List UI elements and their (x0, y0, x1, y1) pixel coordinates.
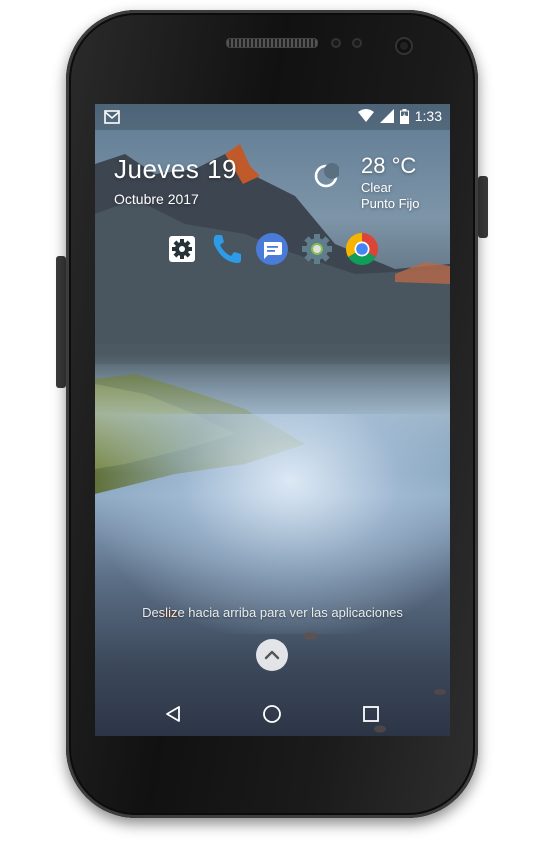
swipe-up-hint: Deslize hacia arriba para ver las aplica… (142, 605, 403, 620)
recents-button[interactable] (359, 702, 383, 726)
recents-icon (363, 706, 379, 722)
app-drawer-button[interactable] (256, 639, 288, 671)
system-settings-app-icon[interactable] (300, 232, 334, 266)
light-sensor (352, 38, 362, 48)
wifi-icon (357, 109, 374, 122)
date-day-label[interactable]: Jueves 19 (114, 154, 237, 185)
home-icon (263, 705, 281, 723)
home-button[interactable] (260, 702, 284, 726)
volume-button[interactable] (56, 256, 66, 388)
navigation-bar (95, 692, 450, 736)
proximity-sensor (331, 38, 341, 48)
status-bar: 1:33 (95, 104, 450, 130)
temperature-label: 28 °C (361, 153, 417, 178)
date-month-label: Octubre 2017 (114, 191, 199, 207)
status-time: 1:33 (414, 108, 442, 124)
moon-icon (314, 163, 339, 188)
messages-app-icon[interactable] (255, 232, 289, 266)
back-icon (166, 706, 180, 722)
home-screen: 1:33 Jueves 19 Octubre 2017 28 °C Clear … (95, 104, 450, 736)
weather-condition-label: Clear (361, 180, 393, 195)
phone-app-icon[interactable] (210, 232, 244, 266)
gmail-notification-icon (104, 110, 120, 124)
app-shortcut-row (165, 232, 379, 266)
battery-charging-icon (399, 108, 409, 124)
front-camera (395, 37, 413, 55)
power-button[interactable] (478, 176, 488, 238)
chevron-up-icon (264, 650, 280, 660)
cell-signal-icon (379, 109, 394, 123)
chrome-app-icon[interactable] (345, 232, 379, 266)
settings-app-icon[interactable] (165, 232, 199, 266)
back-button[interactable] (161, 702, 185, 726)
earpiece-speaker (226, 38, 318, 48)
weather-location-label: Punto Fijo (361, 196, 420, 211)
